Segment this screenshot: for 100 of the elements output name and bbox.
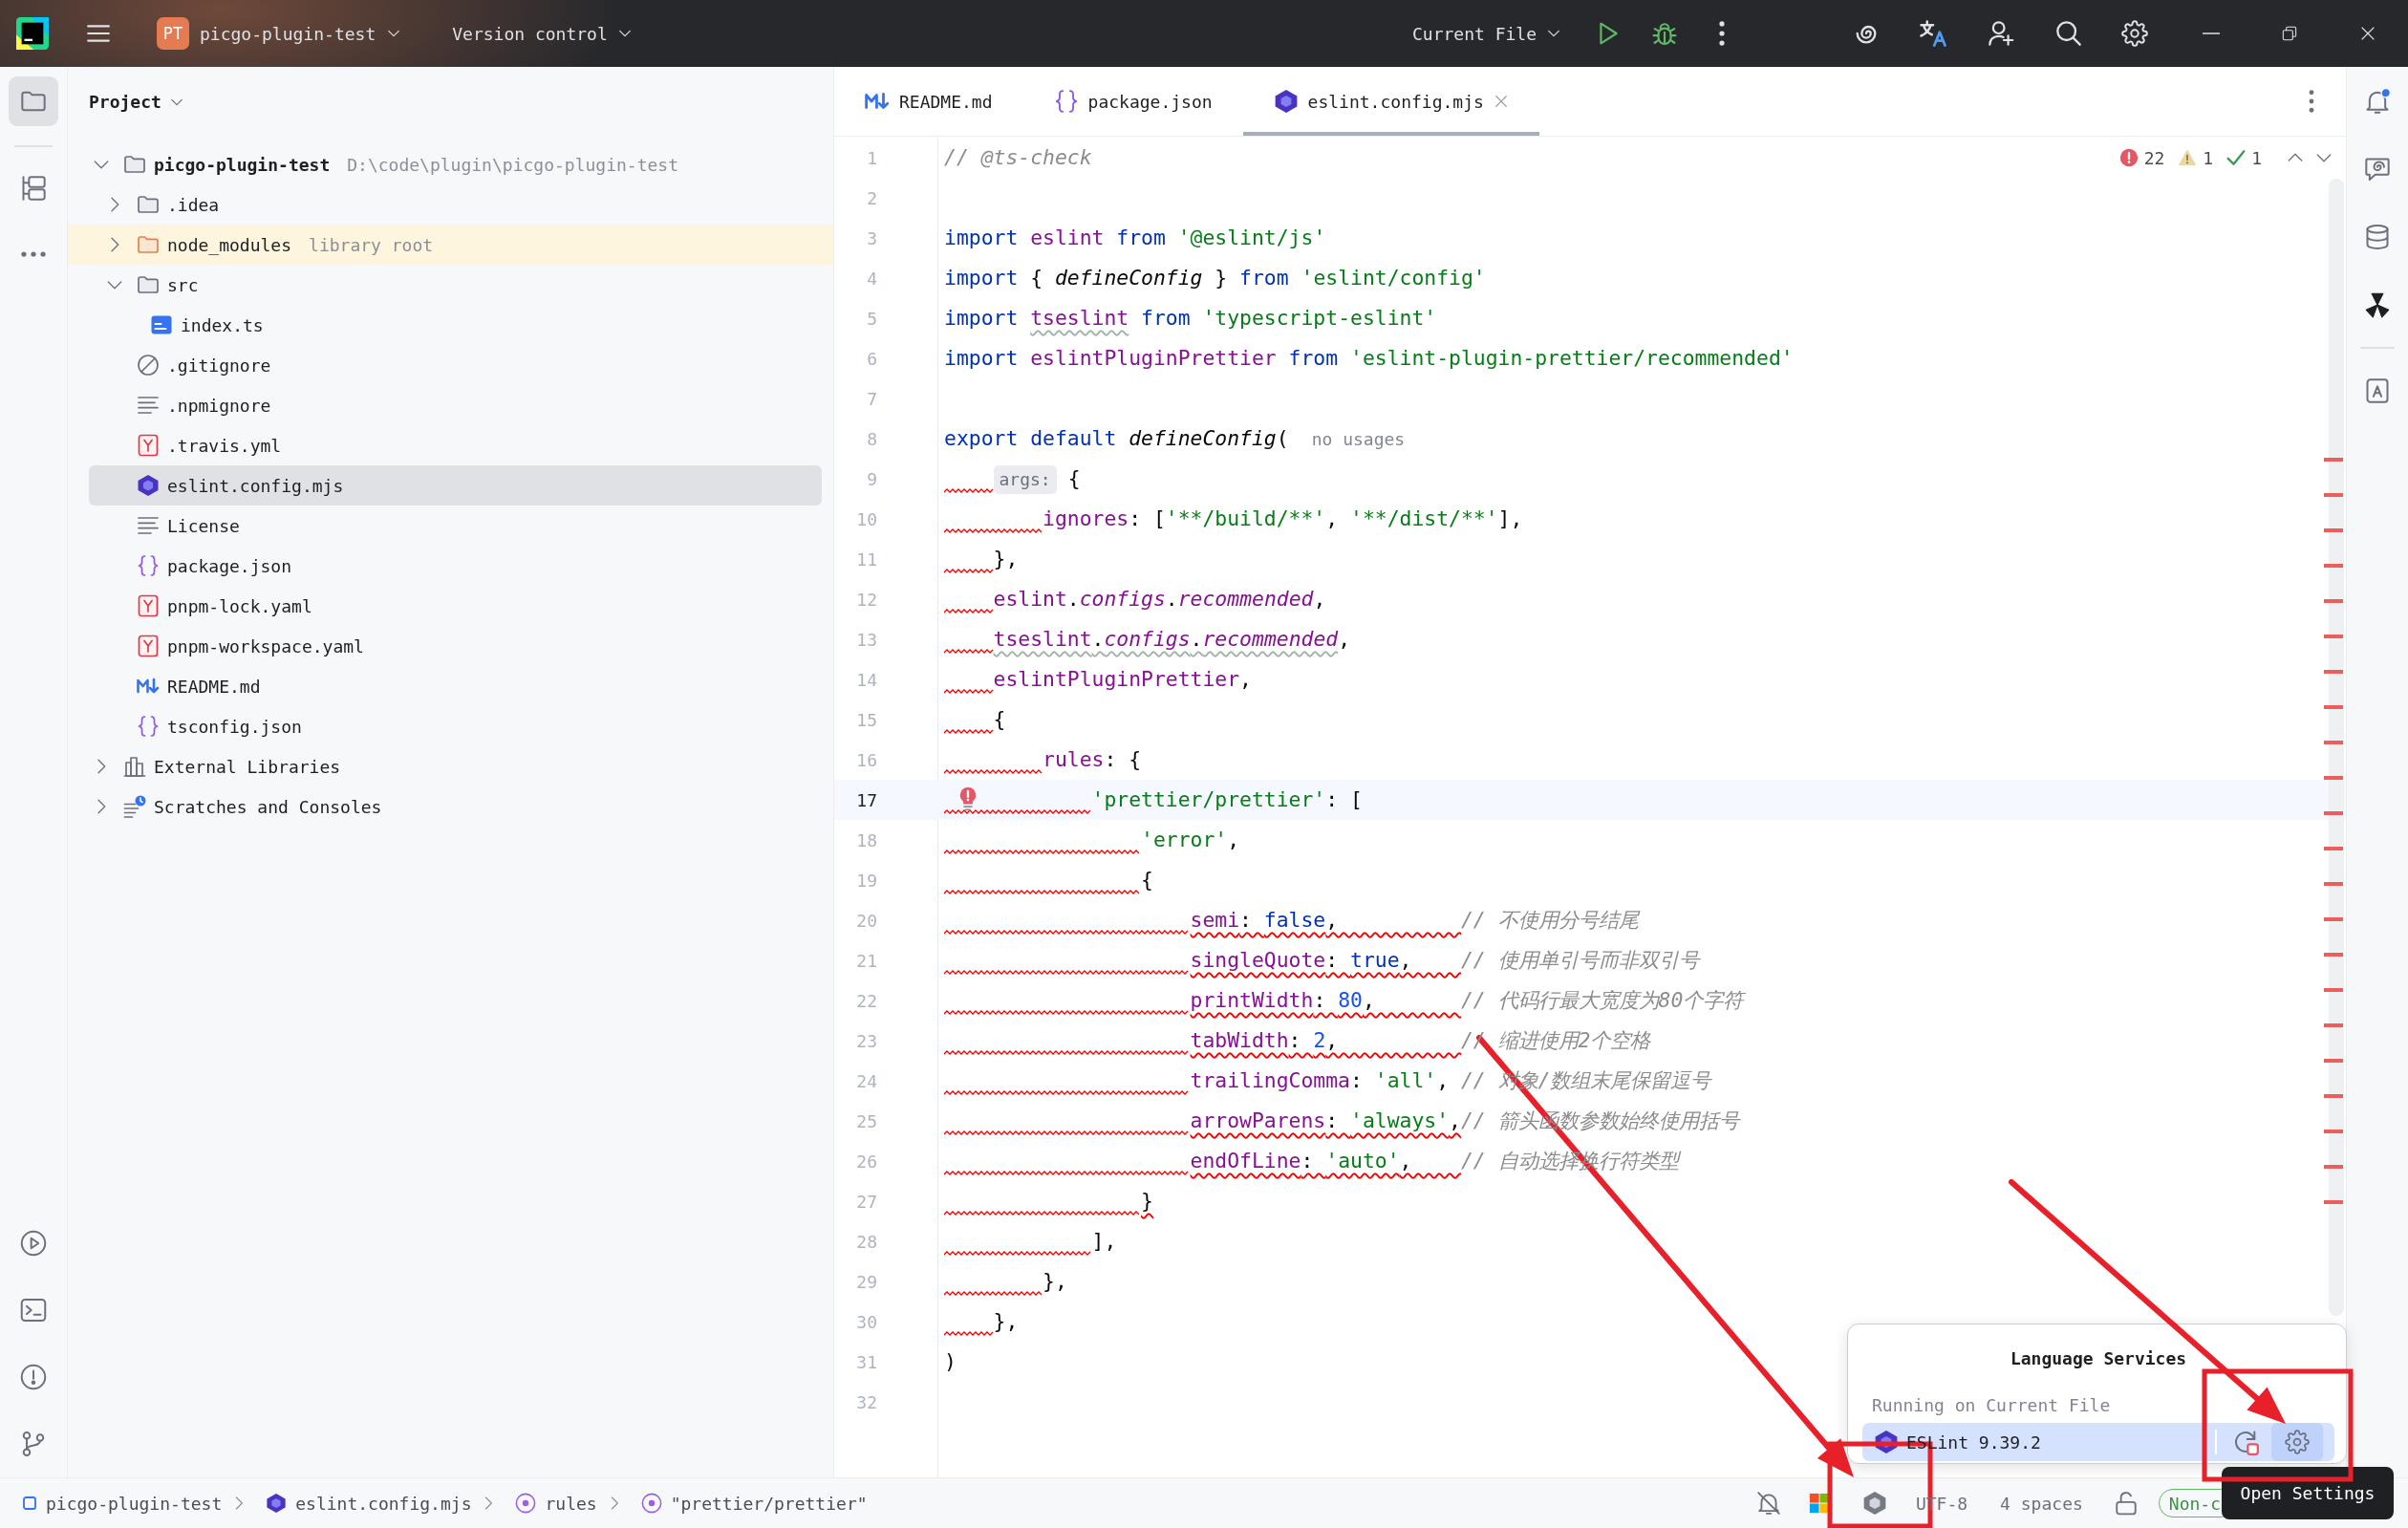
usages-hint[interactable]: no usages bbox=[1311, 429, 1406, 449]
line-number: 26 bbox=[856, 1151, 877, 1172]
alert-circle-icon bbox=[20, 1364, 47, 1390]
line-number: 2 bbox=[867, 187, 877, 208]
code-line: { bbox=[1067, 466, 1081, 490]
code-line: 'prettier/prettier': [ bbox=[1091, 787, 1363, 811]
library-icon bbox=[123, 755, 146, 778]
line-number: 18 bbox=[856, 829, 877, 850]
document-icon bbox=[2364, 377, 2391, 404]
view-mode-selector[interactable]: Project bbox=[89, 92, 184, 112]
line-number: 32 bbox=[856, 1391, 877, 1412]
tree-item[interactable]: Scratches and Consoles bbox=[89, 786, 822, 827]
warning-counter[interactable]: 1 bbox=[2178, 147, 2214, 168]
indent-selector[interactable]: 4 spaces bbox=[2000, 1493, 2083, 1514]
bug-icon bbox=[1652, 21, 1677, 46]
tree-item[interactable]: .npmignore bbox=[89, 385, 822, 425]
tree-item[interactable]: .travis.yml bbox=[89, 425, 822, 465]
code-line: eslintPluginPrettier, bbox=[993, 667, 1252, 691]
code-line: ], bbox=[1091, 1229, 1117, 1253]
line-number: 5 bbox=[867, 308, 877, 329]
yaml-file-icon bbox=[137, 434, 160, 457]
breadcrumb[interactable]: rules bbox=[515, 1493, 597, 1514]
breadcrumb[interactable]: "prettier/prettier" bbox=[640, 1493, 868, 1514]
run-configuration-selector[interactable]: Current File bbox=[1411, 23, 1561, 44]
tree-item[interactable]: package.json bbox=[89, 546, 822, 586]
line-number: 29 bbox=[856, 1271, 877, 1292]
project-badge: PT bbox=[157, 17, 189, 50]
scratch-file-icon bbox=[123, 795, 146, 818]
line-number: 9 bbox=[867, 468, 877, 489]
code-line: } bbox=[1141, 1189, 1153, 1213]
error-counter[interactable]: 22 bbox=[2118, 147, 2165, 168]
check-counter[interactable]: 1 bbox=[2226, 147, 2262, 168]
code-line: { bbox=[993, 707, 1006, 731]
hexagon-icon bbox=[137, 474, 160, 497]
braces-icon bbox=[137, 715, 160, 738]
service-settings-button[interactable] bbox=[2271, 1423, 2323, 1461]
tree-item[interactable]: README.md bbox=[89, 666, 822, 706]
line-number: 1 bbox=[867, 147, 877, 168]
add-user-icon bbox=[1988, 20, 2014, 47]
version-control-menu[interactable]: Version control bbox=[452, 23, 633, 44]
tree-item[interactable]: picgo-plugin-test D:\code\plugin\picgo-plugin-test bbox=[89, 144, 822, 184]
tree-item[interactable]: pnpm-workspace.yaml bbox=[89, 626, 822, 666]
line-number: 25 bbox=[856, 1110, 877, 1131]
hexagon-icon bbox=[266, 1493, 288, 1514]
code-line: { bbox=[1141, 868, 1153, 892]
code-line: }, bbox=[1043, 1269, 1067, 1293]
code-line: 'error', bbox=[1141, 828, 1240, 851]
close-icon[interactable] bbox=[1493, 94, 1509, 109]
folder-icon bbox=[137, 193, 160, 216]
editor-tab[interactable]: package.json bbox=[1022, 67, 1243, 136]
folder-icon bbox=[137, 273, 160, 296]
line-number: 15 bbox=[856, 709, 877, 730]
tree-item[interactable]: External Libraries bbox=[89, 746, 822, 786]
translate-icon bbox=[1919, 19, 1947, 48]
bell-off-icon[interactable] bbox=[1755, 1491, 1781, 1516]
scrollbar-thumb[interactable] bbox=[2329, 179, 2344, 1316]
run-icon bbox=[20, 1230, 47, 1257]
more-vertical-icon bbox=[2309, 90, 2314, 113]
service-row[interactable]: ESLint 9.39.2 bbox=[1862, 1423, 2334, 1461]
tree-item[interactable]: License bbox=[89, 506, 822, 546]
tree-item[interactable]: pnpm-lock.yaml bbox=[89, 586, 822, 626]
hexagon-icon bbox=[1874, 1430, 1899, 1454]
project-tool-button[interactable] bbox=[9, 76, 58, 126]
breadcrumb[interactable]: eslint.config.mjs bbox=[266, 1493, 472, 1514]
editor-tab[interactable]: eslint.config.mjs bbox=[1242, 67, 1539, 136]
unlocked-icon[interactable] bbox=[2113, 1491, 2139, 1516]
code-line: tseslint.configs.recommended, bbox=[993, 627, 1351, 651]
braces-icon bbox=[1053, 89, 1079, 114]
tree-item-note: D:\code\plugin\picgo-plugin-test bbox=[347, 154, 678, 175]
tree-item[interactable]: eslint.config.mjs bbox=[89, 465, 822, 506]
hexagon-icon[interactable] bbox=[1861, 1491, 1887, 1516]
windows-logo-icon[interactable] bbox=[1808, 1493, 1830, 1514]
structure-icon bbox=[20, 175, 47, 202]
pinwheel-icon bbox=[2364, 291, 2391, 318]
line-number: 8 bbox=[867, 428, 877, 449]
app-logo-icon[interactable] bbox=[16, 17, 49, 50]
tree-item[interactable]: .idea bbox=[89, 184, 822, 225]
line-number: 27 bbox=[856, 1191, 877, 1212]
code-line: export default defineConfig( bbox=[944, 426, 1289, 450]
editor-tab[interactable]: README.md bbox=[834, 67, 1023, 136]
folder-icon bbox=[123, 153, 146, 176]
code-line: ) bbox=[944, 1349, 957, 1373]
breadcrumb[interactable]: picgo-plugin-test bbox=[22, 1493, 223, 1514]
tree-item[interactable]: tsconfig.json bbox=[89, 706, 822, 746]
code-line: import eslint from '@eslint/js' bbox=[944, 226, 1326, 249]
tree-item[interactable]: index.ts bbox=[89, 305, 822, 345]
code-file-icon bbox=[150, 313, 173, 336]
code-line: singleQuote: true, // 使用单引号而非双引号 bbox=[1190, 948, 1699, 972]
line-number: 16 bbox=[856, 749, 877, 770]
line-number: 13 bbox=[856, 629, 877, 650]
tree-item[interactable]: src bbox=[89, 265, 822, 305]
yaml-file-icon bbox=[137, 594, 160, 617]
tree-item-note: library root bbox=[309, 234, 434, 255]
tree-item[interactable]: .gitignore bbox=[89, 345, 822, 385]
line-number: 24 bbox=[856, 1070, 877, 1091]
braces-icon bbox=[137, 554, 160, 577]
search-icon bbox=[2055, 20, 2082, 47]
workspace-menu[interactable]: PT picgo-plugin-test bbox=[157, 17, 402, 50]
property-icon bbox=[640, 1493, 662, 1514]
hexagon-icon bbox=[1273, 89, 1299, 114]
